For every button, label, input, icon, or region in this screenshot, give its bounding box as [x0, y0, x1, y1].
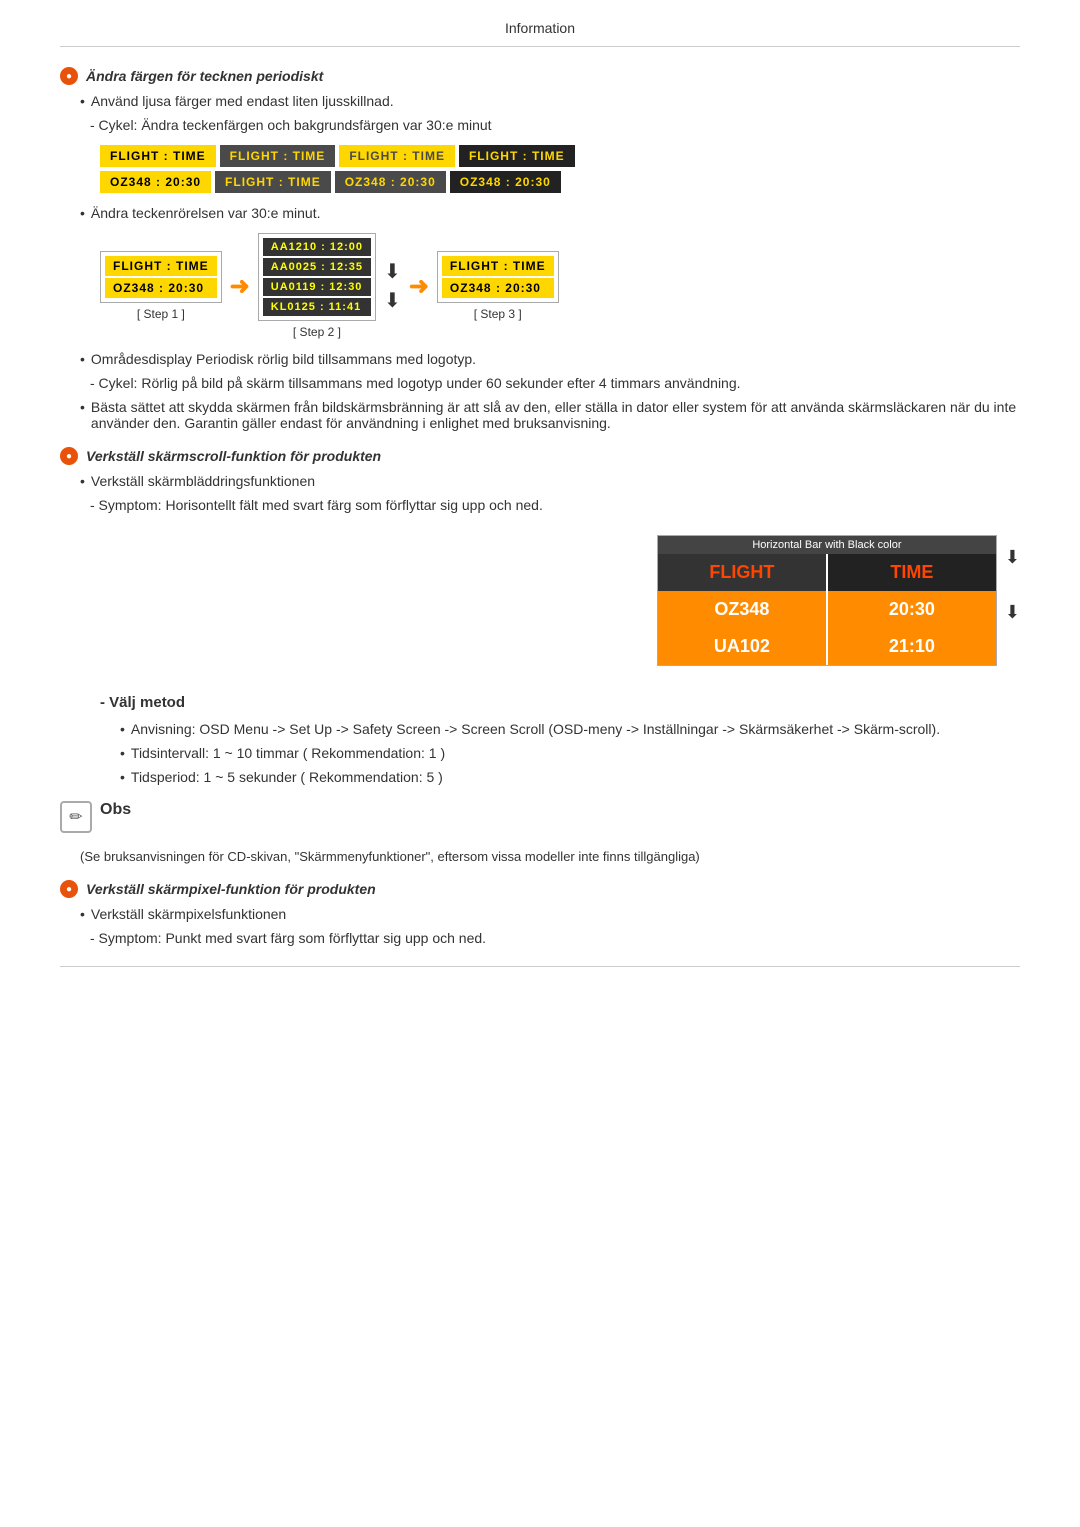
valj-bullet-2-text: Tidsintervall: 1 ~ 10 timmar ( Rekommend…: [131, 745, 445, 761]
step1-row1: FLIGHT : TIME: [105, 256, 217, 276]
valj-heading: - Välj metod: [100, 694, 1020, 711]
step2-row1a: AA1210 : 12:00: [263, 238, 371, 256]
color-variants-table: FLIGHT : TIME FLIGHT : TIME FLIGHT : TIM…: [100, 145, 1020, 193]
section1-heading: ● Ändra färgen för tecknen periodiskt: [60, 67, 1020, 85]
step2-row2a: UA0119 : 12:30: [263, 278, 371, 296]
section3-heading: ● Verkställ skärmpixel-funktion för prod…: [60, 880, 1020, 898]
hbar-arrow-1: ⬇: [1005, 547, 1020, 568]
step2-row2b: KL0125 : 11:41: [263, 298, 371, 316]
hbar-display: Horizontal Bar with Black color FLIGHT T…: [657, 535, 997, 666]
hbar-flight-label: FLIGHT: [658, 554, 826, 591]
step1-container: FLIGHT : TIME OZ348 : 20:30 [ Step 1 ]: [100, 251, 222, 321]
step1-box: FLIGHT : TIME OZ348 : 20:30: [100, 251, 222, 303]
flight-row-2: OZ348 : 20:30 FLIGHT : TIME OZ348 : 20:3…: [100, 171, 1020, 193]
hbar-2110-value: 21:10: [828, 628, 996, 665]
arrows-down: ⬇ ⬇: [384, 259, 401, 313]
obs-content: Obs: [100, 801, 131, 819]
hbar-2030-value: 20:30: [828, 591, 996, 628]
arrow-1: ➜: [230, 272, 250, 301]
step3-container: FLIGHT : TIME OZ348 : 20:30 [ Step 3 ]: [437, 251, 559, 321]
sub-item-4: - Symptom: Punkt med svart färg som förf…: [90, 930, 1020, 946]
step2-box: AA1210 : 12:00 AA0025 : 12:35 UA0119 : 1…: [258, 233, 376, 321]
obs-label: Obs: [100, 801, 131, 819]
flight-row-1: FLIGHT : TIME FLIGHT : TIME FLIGHT : TIM…: [100, 145, 1020, 167]
page-footer: [60, 966, 1020, 977]
bullet-2-text: Ändra teckenrörelsen var 30:e minut.: [91, 205, 321, 221]
bullet-1-text: Använd ljusa färger med endast liten lju…: [91, 93, 394, 109]
orange-bullet-2: ●: [60, 447, 78, 465]
valj-section: - Välj metod Anvisning: OSD Menu -> Set …: [100, 694, 1020, 785]
page-header: Information: [60, 20, 1020, 47]
cell-col2-bot: FLIGHT : TIME: [215, 171, 331, 193]
valj-bullet-3: Tidsperiod: 1 ~ 5 sekunder ( Rekommendat…: [120, 769, 1020, 785]
bullet-2: Ändra teckenrörelsen var 30:e minut.: [80, 205, 1020, 221]
hbar-section: Horizontal Bar with Black color FLIGHT T…: [60, 523, 1020, 678]
sub-item-3: - Symptom: Horisontellt fält med svart f…: [90, 497, 1020, 513]
sub-item-1: - Cykel: Ändra teckenfärgen och bakgrund…: [90, 117, 1020, 133]
obs-text-block: (Se bruksanvisningen för CD-skivan, "Skä…: [80, 849, 1020, 864]
hbar-header: Horizontal Bar with Black color: [658, 536, 996, 554]
cell-col4-top: FLIGHT : TIME: [459, 145, 575, 167]
obs-text: (Se bruksanvisningen för CD-skivan, "Skä…: [80, 849, 700, 864]
step1-row2: OZ348 : 20:30: [105, 278, 217, 298]
hbar-arrows: ⬇ ⬇: [1005, 523, 1020, 623]
valj-bullet-2: Tidsintervall: 1 ~ 10 timmar ( Rekommend…: [120, 745, 1020, 761]
bullet-5-text: Verkställ skärmbläddringsfunktionen: [91, 473, 315, 489]
sub-item-1-text: - Cykel: Ändra teckenfärgen och bakgrund…: [90, 117, 492, 133]
hbar-oz-row: OZ348 20:30: [658, 591, 996, 628]
arrow-2: ➜: [409, 272, 429, 301]
bullet-1: Använd ljusa färger med endast liten lju…: [80, 93, 1020, 109]
valj-bullet-3-text: Tidsperiod: 1 ~ 5 sekunder ( Rekommendat…: [131, 769, 443, 785]
hbar-ua-row: UA102 21:10: [658, 628, 996, 665]
cell-col1-top: FLIGHT : TIME: [100, 145, 216, 167]
arrow-down-1: ⬇: [384, 259, 401, 284]
sub-item-4-text: - Symptom: Punkt med svart färg som förf…: [90, 930, 486, 946]
orange-bullet-1: ●: [60, 67, 78, 85]
step3-row2: OZ348 : 20:30: [442, 278, 554, 298]
cell-col4-bot: OZ348 : 20:30: [450, 171, 561, 193]
step1-label: [ Step 1 ]: [100, 307, 222, 321]
hbar-oz-value: OZ348: [658, 591, 826, 628]
obs-section: ✏ Obs: [60, 801, 1020, 833]
section2-heading-text: Verkställ skärmscroll-funktion för produ…: [86, 448, 381, 464]
section1-heading-text: Ändra färgen för tecknen periodiskt: [86, 68, 323, 84]
bullet-4: Bästa sättet att skydda skärmen från bil…: [80, 399, 1020, 431]
step3-box: FLIGHT : TIME OZ348 : 20:30: [437, 251, 559, 303]
cell-col3-top: FLIGHT : TIME: [339, 145, 455, 167]
valj-bullet-1: Anvisning: OSD Menu -> Set Up -> Safety …: [120, 721, 1020, 737]
step2-container: AA1210 : 12:00 AA0025 : 12:35 UA0119 : 1…: [258, 233, 376, 339]
bullet-3-text: Områdesdisplay Periodisk rörlig bild til…: [91, 351, 476, 367]
cell-col3-bot: OZ348 : 20:30: [335, 171, 446, 193]
section2-heading: ● Verkställ skärmscroll-funktion för pro…: [60, 447, 1020, 465]
hbar-ua-value: UA102: [658, 628, 826, 665]
obs-icon-container: ✏: [60, 801, 92, 833]
step2-label: [ Step 2 ]: [293, 325, 341, 339]
bullet-4-text: Bästa sättet att skydda skärmen från bil…: [91, 399, 1020, 431]
bullet-6-text: Verkställ skärmpixelsfunktionen: [91, 906, 286, 922]
page-title: Information: [505, 20, 575, 36]
hbar-arrow-2: ⬇: [1005, 602, 1020, 623]
cell-col1-bot: OZ348 : 20:30: [100, 171, 211, 193]
cell-col2-top: FLIGHT : TIME: [220, 145, 336, 167]
arrow-down-2: ⬇: [384, 288, 401, 313]
step3-row1: FLIGHT : TIME: [442, 256, 554, 276]
valj-bullet-1-text: Anvisning: OSD Menu -> Set Up -> Safety …: [131, 721, 940, 737]
bullet-3: Områdesdisplay Periodisk rörlig bild til…: [80, 351, 1020, 367]
step2-row1b: AA0025 : 12:35: [263, 258, 371, 276]
section3-heading-text: Verkställ skärmpixel-funktion för produk…: [86, 881, 376, 897]
sub-item-2-text: - Cykel: Rörlig på bild på skärm tillsam…: [90, 375, 741, 391]
sub-item-2: - Cykel: Rörlig på bild på skärm tillsam…: [90, 375, 1020, 391]
step1-table: FLIGHT : TIME OZ348 : 20:30: [105, 256, 217, 298]
bullet-6: Verkställ skärmpixelsfunktionen: [80, 906, 1020, 922]
hbar-label-row: FLIGHT TIME: [658, 554, 996, 591]
step-diagram: FLIGHT : TIME OZ348 : 20:30 [ Step 1 ] ➜…: [100, 233, 1020, 339]
sub-item-3-text: - Symptom: Horisontellt fält med svart f…: [90, 497, 543, 513]
orange-bullet-3: ●: [60, 880, 78, 898]
step3-table: FLIGHT : TIME OZ348 : 20:30: [442, 256, 554, 298]
hbar-time-label: TIME: [828, 554, 996, 591]
step3-label: [ Step 3 ]: [437, 307, 559, 321]
obs-icon: ✏: [60, 801, 92, 833]
bullet-5: Verkställ skärmbläddringsfunktionen: [80, 473, 1020, 489]
